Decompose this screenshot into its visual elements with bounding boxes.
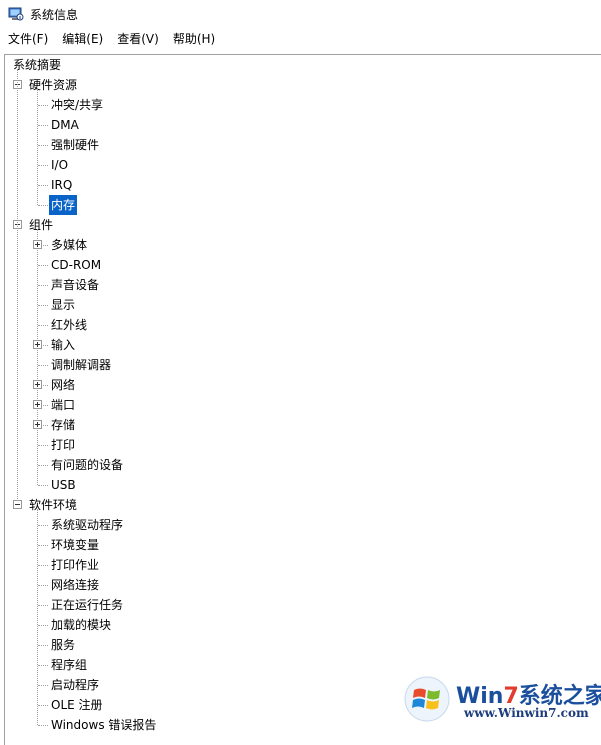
- windows-flag-logo-icon: [404, 676, 450, 722]
- tree-connector-line: [38, 365, 48, 366]
- tree-connector-line: [38, 665, 48, 666]
- tree-node-components-item[interactable]: 红外线: [49, 315, 89, 335]
- tree-connector-line: [38, 185, 48, 186]
- tree-connector-line: [38, 305, 48, 306]
- tree-node-software-item[interactable]: 启动程序: [49, 675, 101, 695]
- tree-node-components-item[interactable]: CD-ROM: [49, 255, 103, 275]
- tree-connector-line: [38, 605, 48, 606]
- tree-connector-line: [38, 625, 48, 626]
- tree-node-software-item[interactable]: 服务: [49, 635, 77, 655]
- tree-node-hardware-item[interactable]: DMA: [49, 115, 81, 135]
- menu-file[interactable]: 文件(F): [0, 28, 55, 50]
- collapse-toggle-software[interactable]: [13, 500, 22, 509]
- tree-node-software-item[interactable]: OLE 注册: [49, 695, 105, 715]
- tree-connector-line: [38, 465, 48, 466]
- tree-node-hardware-item[interactable]: IRQ: [49, 175, 74, 195]
- tree-node-components-item[interactable]: USB: [49, 475, 78, 495]
- tree-connector-line: [38, 265, 48, 266]
- tree-node-components-item[interactable]: 存储: [49, 415, 77, 435]
- expand-toggle-components-8[interactable]: [33, 400, 42, 409]
- tree-connector-line: [38, 125, 48, 126]
- tree-node-hardware-item[interactable]: I/O: [49, 155, 70, 175]
- tree-connector-line: [38, 545, 48, 546]
- tree-node-components-item[interactable]: 调制解调器: [49, 355, 113, 375]
- tree-connector-line: [38, 205, 48, 206]
- tree-connector-line: [38, 105, 48, 106]
- tree-node-software-item[interactable]: 环境变量: [49, 535, 101, 555]
- tree-node-components-item[interactable]: 打印: [49, 435, 77, 455]
- tree-node-components-item[interactable]: 端口: [49, 395, 77, 415]
- menu-view[interactable]: 查看(V): [110, 28, 166, 50]
- site-watermark: Win7系统之家 www.Winwin7.com: [400, 672, 601, 726]
- expand-toggle-components-0[interactable]: [33, 240, 42, 249]
- tree-node-components[interactable]: 组件: [27, 215, 55, 235]
- tree-node-components-item[interactable]: 网络: [49, 375, 77, 395]
- menu-help[interactable]: 帮助(H): [166, 28, 222, 50]
- tree-node-components-item[interactable]: 声音设备: [49, 275, 101, 295]
- tree-node-software-item[interactable]: 系统驱动程序: [49, 515, 125, 535]
- menu-bar: 文件(F) 编辑(E) 查看(V) 帮助(H): [0, 28, 601, 50]
- tree-node-components-item[interactable]: 有问题的设备: [49, 455, 125, 475]
- tree-node-hardware-item[interactable]: 冲突/共享: [49, 95, 105, 115]
- tree-node-selected[interactable]: 内存: [49, 195, 78, 215]
- tree-connector-line: [38, 725, 48, 726]
- system-info-app-icon: [8, 7, 24, 21]
- tree-connector-line: [38, 145, 48, 146]
- tree-node-components-item[interactable]: 输入: [49, 335, 77, 355]
- tree-node-software-item[interactable]: 打印作业: [49, 555, 101, 575]
- tree-node-software-item[interactable]: 正在运行任务: [49, 595, 125, 615]
- expand-toggle-components-7[interactable]: [33, 380, 42, 389]
- tree-connector-line: [38, 645, 48, 646]
- tree-node-components-item[interactable]: 多媒体: [49, 235, 89, 255]
- tree-connector-line: [38, 525, 48, 526]
- title-bar: 系统信息: [0, 0, 601, 28]
- tree-connector-line: [38, 565, 48, 566]
- tree-connector-line: [17, 69, 18, 501]
- tree-node-software-item[interactable]: 程序组: [49, 655, 89, 675]
- tree-connector-line: [38, 165, 48, 166]
- tree-panel[interactable]: 系统摘要 硬件资源 组件 软件环境 冲突/共享 DMA 强制硬件 I/O IRQ 内存多媒…: [4, 54, 601, 745]
- tree-connector-line: [38, 585, 48, 586]
- watermark-url: www.Winwin7.com: [464, 706, 589, 720]
- tree-connector-line: [38, 445, 48, 446]
- tree-connector-line: [38, 325, 48, 326]
- tree-connector-line: [38, 705, 48, 706]
- tree-node-software-item[interactable]: Windows 错误报告: [49, 715, 158, 735]
- tree-connector-line: [38, 685, 48, 686]
- tree-connector-line: [37, 509, 38, 725]
- tree-node-system-summary[interactable]: 系统摘要: [11, 55, 63, 75]
- tree-connector-line: [38, 485, 48, 486]
- window-title: 系统信息: [30, 8, 79, 22]
- tree-node-hardware[interactable]: 硬件资源: [27, 75, 79, 95]
- tree-node-software-item[interactable]: 加载的模块: [49, 615, 113, 635]
- expand-toggle-components-9[interactable]: [33, 420, 42, 429]
- tree-node-hardware-item[interactable]: 强制硬件: [49, 135, 101, 155]
- tree-node-components-item[interactable]: 显示: [49, 295, 77, 315]
- tree-node-software-item[interactable]: 网络连接: [49, 575, 101, 595]
- tree-connector-line: [37, 89, 38, 205]
- tree-node-software[interactable]: 软件环境: [27, 495, 79, 515]
- tree-connector-line: [38, 285, 48, 286]
- menu-edit[interactable]: 编辑(E): [55, 28, 110, 50]
- tree-connector-line: [37, 229, 38, 485]
- expand-toggle-components-5[interactable]: [33, 340, 42, 349]
